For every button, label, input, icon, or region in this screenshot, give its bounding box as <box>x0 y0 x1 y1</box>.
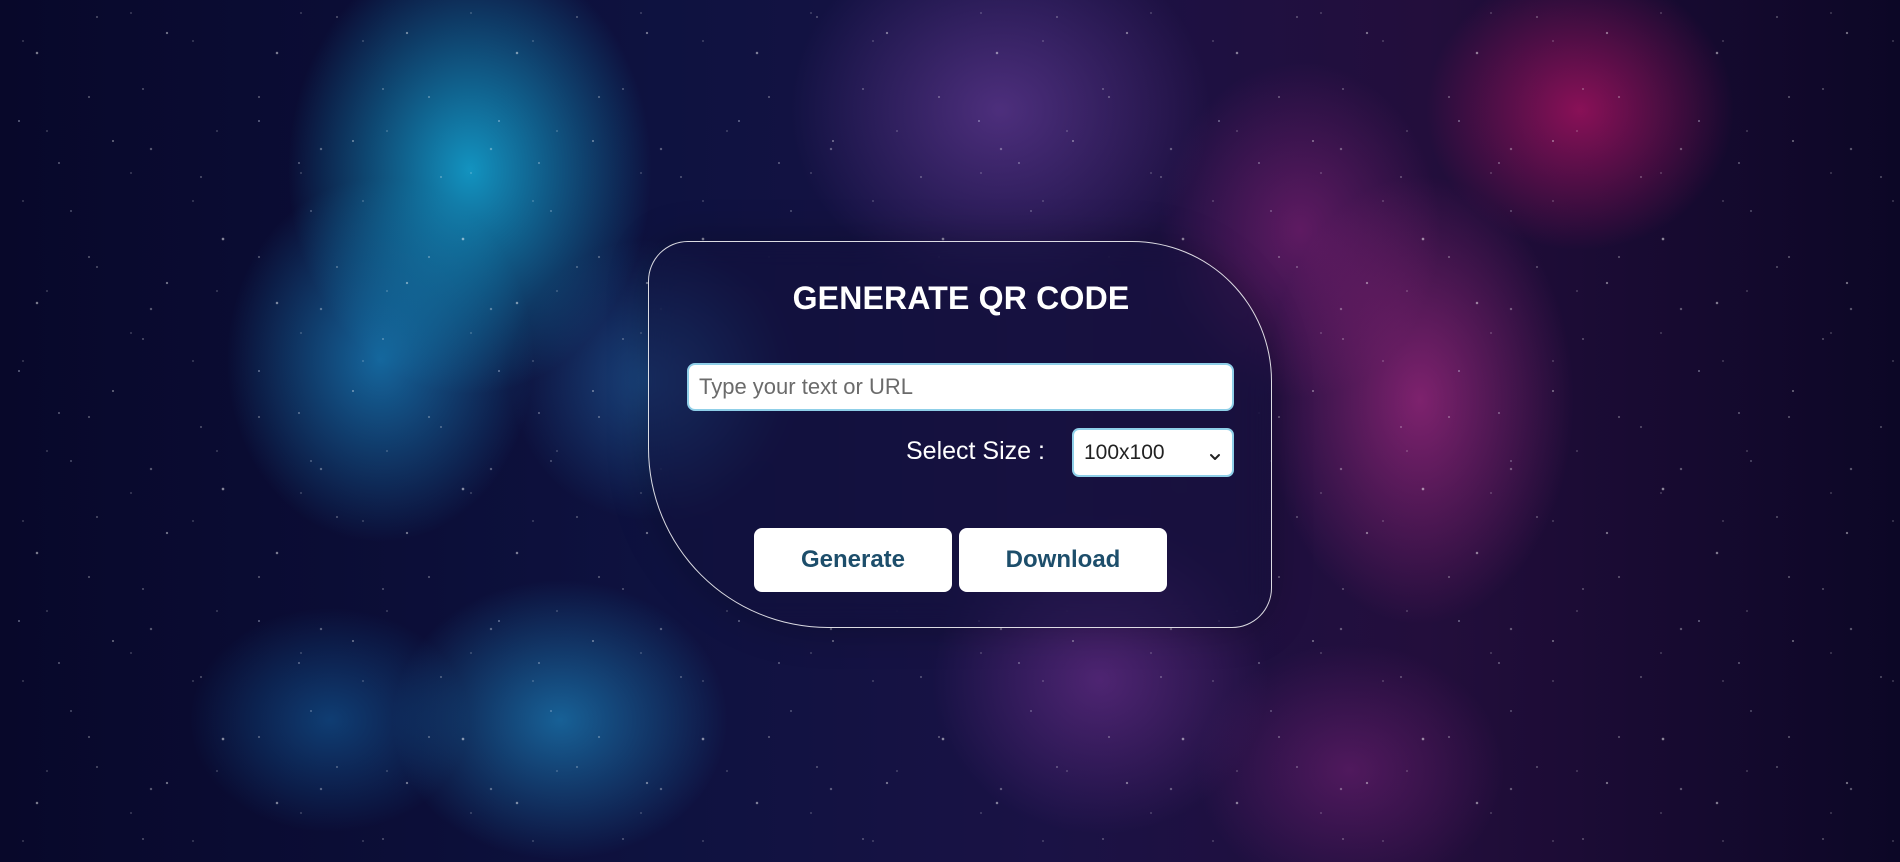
page-title: GENERATE QR CODE <box>792 280 1130 316</box>
text-url-input[interactable] <box>687 363 1234 411</box>
chevron-down-icon <box>1208 446 1222 460</box>
qr-generator-card: GENERATE QR CODE Select Size : 100x100 G… <box>648 241 1272 628</box>
download-button[interactable]: Download <box>959 528 1167 592</box>
generate-button[interactable]: Generate <box>754 528 952 592</box>
select-size-label: Select Size : <box>906 437 1045 465</box>
size-select-value: 100x100 <box>1084 440 1165 464</box>
page: GENERATE QR CODE Select Size : 100x100 G… <box>0 0 1900 862</box>
size-select[interactable]: 100x100 <box>1072 428 1234 477</box>
